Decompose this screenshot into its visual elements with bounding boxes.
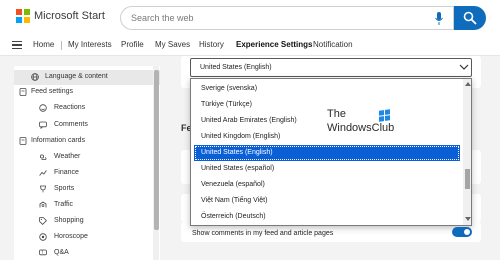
nav-my-saves[interactable]: My Saves (155, 40, 190, 49)
sidebar-item-sports[interactable]: Sports (54, 185, 74, 192)
logo-square-green (24, 9, 30, 15)
wm-square (379, 116, 384, 122)
search-button[interactable] (454, 6, 486, 30)
sports-icon (40, 185, 46, 193)
top-bar: Microsoft Start Search the web (0, 0, 500, 34)
sidebar-item-finance[interactable]: Finance (54, 169, 79, 176)
sidebar-item-information-cards[interactable]: Information cards (31, 137, 85, 144)
region-select[interactable]: United States (English) (190, 58, 472, 77)
wm-square (385, 115, 390, 121)
sidebar-scrollbar-thumb[interactable] (154, 70, 159, 230)
comment-icon (39, 121, 47, 129)
wm-square (385, 109, 390, 115)
document-icon (19, 88, 27, 96)
svg-text:?: ? (41, 250, 43, 255)
settings-sidebar: Language & content Feed settings Reactio… (14, 66, 160, 260)
microphone-icon[interactable] (435, 12, 443, 25)
sidebar-item-traffic[interactable]: Traffic (54, 201, 73, 208)
region-select-value: United States (English) (200, 64, 272, 71)
nav-my-interests[interactable]: My Interests (68, 40, 112, 49)
dropdown-option[interactable]: Sverige (svenska) (191, 81, 461, 97)
weather-icon (39, 154, 47, 160)
sidebar-item-shopping[interactable]: Shopping (54, 217, 84, 224)
sidebar-item-language-content[interactable]: Language & content (45, 73, 108, 80)
logo-square-blue (16, 17, 22, 23)
chart-icon (39, 170, 47, 176)
windows-logo-icon (379, 109, 390, 122)
show-comments-label: Show comments in my feed and article pag… (192, 230, 334, 237)
watermark-line-1: The (327, 108, 346, 120)
toggle-knob (464, 229, 470, 235)
logo-square-red (16, 9, 22, 15)
nav-divider (61, 41, 62, 50)
dropdown-option[interactable]: Venezuela (español) (191, 177, 461, 193)
search-placeholder: Search the web (131, 13, 194, 23)
brand-name[interactable]: Microsoft Start (34, 10, 105, 22)
traffic-icon (39, 201, 47, 208)
show-comments-toggle[interactable] (452, 227, 472, 237)
nav-bar: Home My Interests Profile My Saves Histo… (0, 34, 500, 56)
dropdown-scrollbar[interactable] (463, 79, 471, 225)
dropdown-option[interactable]: Türkiye (Türkçe) (191, 97, 461, 113)
horoscope-icon (39, 233, 47, 241)
sidebar-item-feed-settings[interactable]: Feed settings (31, 88, 73, 95)
nav-home[interactable]: Home (33, 40, 54, 49)
nav-experience-settings[interactable]: Experience Settings (236, 40, 312, 49)
sidebar-item-horoscope[interactable]: Horoscope (54, 233, 88, 240)
nav-notification[interactable]: Notification (313, 40, 353, 49)
qa-icon: ? (39, 249, 47, 256)
watermark-line-2: WindowsClub (327, 122, 395, 134)
wm-square (379, 110, 384, 116)
search-input[interactable]: Search the web (120, 6, 454, 30)
dropdown-option[interactable]: United States (español) (191, 161, 461, 177)
dropdown-option[interactable]: United Kingdom (English) (191, 129, 461, 145)
document-icon (19, 137, 27, 145)
smiley-icon (39, 104, 47, 112)
dropdown-option[interactable]: United Arab Emirates (English) (191, 113, 461, 129)
globe-icon (31, 73, 39, 81)
chevron-down-icon (459, 64, 469, 70)
scroll-up-arrow-icon[interactable] (465, 82, 471, 86)
scroll-down-arrow-icon[interactable] (465, 217, 471, 221)
microsoft-logo-icon[interactable] (16, 9, 30, 23)
sidebar-item-comments[interactable]: Comments (54, 121, 88, 128)
search-icon (463, 11, 477, 25)
dropdown-option-selected[interactable]: United States (English) (194, 145, 460, 161)
dropdown-scrollbar-thumb[interactable] (465, 169, 470, 189)
nav-history[interactable]: History (199, 40, 224, 49)
sidebar-item-reactions[interactable]: Reactions (54, 104, 85, 111)
nav-profile[interactable]: Profile (121, 40, 144, 49)
dropdown-option[interactable]: Österreich (Deutsch) (191, 209, 461, 225)
region-dropdown-list: Sverige (svenska) Türkiye (Türkçe) Unite… (190, 78, 472, 226)
logo-square-yellow (24, 17, 30, 23)
sidebar-item-weather[interactable]: Weather (54, 153, 80, 160)
tag-icon (39, 217, 47, 225)
dropdown-option[interactable]: Việt Nam (Tiếng Việt) (191, 193, 461, 209)
hamburger-menu-icon[interactable] (12, 41, 22, 49)
windowsclub-watermark: The WindowsClub (327, 108, 397, 140)
sidebar-item-qa[interactable]: Q&A (54, 249, 69, 256)
